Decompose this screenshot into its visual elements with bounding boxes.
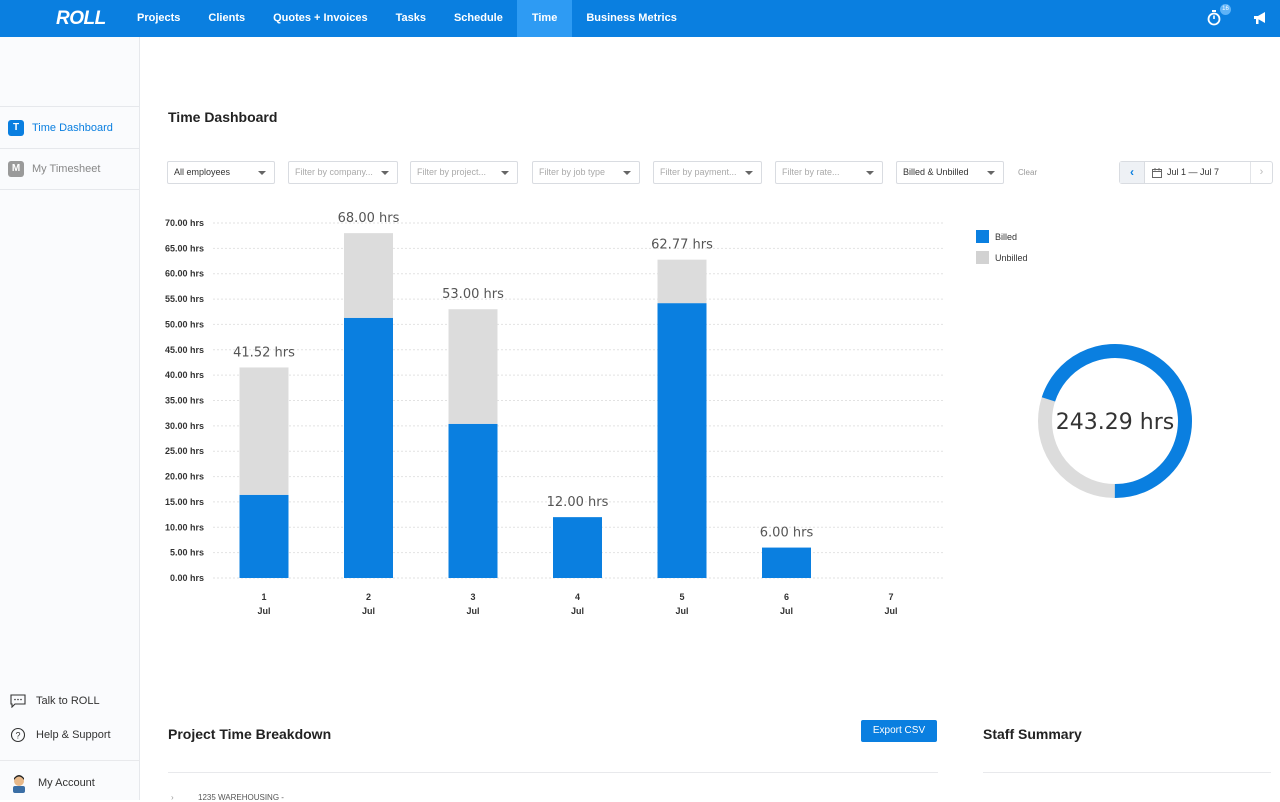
y-tick-label: 5.00 hrs [170,548,204,558]
megaphone-icon[interactable] [1253,11,1268,25]
time-chart: 0.00 hrs 5.00 hrs 10.00 hrs 15.00 hrs 20.00 … [165,211,1192,616]
bar-billed [762,547,811,578]
x-tick-month: Jul [571,606,584,616]
legend-unbilled-label: Unbilled [995,252,1028,263]
main-content: Time Dashboard All employees Filter by c… [141,37,1280,802]
bar-unbilled [657,259,707,304]
bar-billed [657,303,707,578]
x-tick-month: Jul [675,606,688,616]
y-tick-label: 30.00 hrs [165,421,204,431]
nav-business-metrics[interactable]: Business Metrics [572,0,690,37]
y-tick-label: 55.00 hrs [165,294,204,304]
project-row-name[interactable]: 1235 WAREHOUSING - [198,793,284,802]
y-tick-label: 20.00 hrs [165,472,204,482]
talk-to-roll-label: Talk to ROLL [36,695,100,707]
x-tick-month: Jul [362,606,375,616]
nav-clients[interactable]: Clients [194,0,259,37]
svg-text:?: ? [15,731,20,741]
sidebar-item-my-timesheet[interactable]: M My Timesheet [0,148,140,190]
nav-items: Projects Clients Quotes + Invoices Tasks… [123,0,691,37]
y-tick-label: 10.00 hrs [165,522,204,532]
legend-unbilled: Unbilled [976,251,1028,264]
x-tick-day: 7 [888,592,893,602]
timer-badge: 16 [1220,4,1231,15]
y-tick-label: 15.00 hrs [165,497,204,507]
donut-total-label: 243.29 hrs [1056,410,1174,435]
y-tick-label: 40.00 hrs [165,370,204,380]
nav-tasks[interactable]: Tasks [382,0,440,37]
x-tick-day: 4 [575,592,580,602]
bar-total-label: 53.00 hrs [442,287,504,302]
chat-icon [10,694,26,708]
talk-to-roll-link[interactable]: Talk to ROLL [10,694,100,708]
sidebar-divider [0,760,140,761]
bar-unbilled [344,233,393,318]
project-divider [168,772,938,773]
x-tick-day: 3 [470,592,475,602]
help-icon: ? [10,727,26,743]
nav-schedule[interactable]: Schedule [440,0,517,37]
x-tick-day: 1 [261,592,266,602]
time-dashboard-icon: T [8,119,24,136]
legend-unbilled-swatch [976,251,989,264]
y-tick-label: 60.00 hrs [165,269,204,279]
x-tick-month: Jul [780,606,793,616]
roll-logo[interactable]: ROLL [56,8,106,30]
legend-billed-label: Billed [995,231,1018,242]
y-tick-label: 45.00 hrs [165,345,204,355]
x-tick-month: Jul [466,606,479,616]
y-tick-label: 65.00 hrs [165,243,204,253]
timer-icon[interactable] [1207,10,1221,26]
x-tick-month: Jul [884,606,897,616]
avatar [13,775,25,793]
bar-billed [553,517,602,578]
bar-total-label: 68.00 hrs [338,211,400,226]
sidebar-item-time-dashboard[interactable]: T Time Dashboard [0,106,140,148]
y-tick-label: 25.00 hrs [165,446,204,456]
my-timesheet-icon: M [8,161,24,177]
staff-divider [983,772,1271,773]
legend-billed-swatch [976,230,989,243]
y-tick-label: 70.00 hrs [165,218,204,228]
bar-total-label: 62.77 hrs [651,238,713,253]
bar-billed [239,494,289,578]
bar-billed [448,423,498,578]
bar-total-label: 41.52 hrs [233,345,295,360]
bar-billed [344,317,393,578]
y-tick-label: 0.00 hrs [170,573,204,583]
bar-unbilled [239,367,289,495]
nav-time[interactable]: Time [516,0,573,37]
x-tick-month: Jul [257,606,270,616]
x-tick-day: 6 [784,592,789,602]
y-tick-label: 50.00 hrs [165,319,204,329]
x-tick-day: 5 [679,592,684,602]
my-account-label: My Account [38,777,95,789]
legend-billed: Billed [976,230,1017,243]
bar-total-label: 6.00 hrs [760,526,814,541]
nav-quotes-invoices[interactable]: Quotes + Invoices [259,0,381,37]
bar-unbilled [448,309,498,424]
staff-summary-title: Staff Summary [983,726,1082,742]
export-csv-button[interactable]: Export CSV [861,720,937,742]
sidebar: T Time Dashboard M My Timesheet Talk to … [0,37,140,800]
project-time-breakdown-title: Project Time Breakdown [168,726,332,742]
bar-total-label: 12.00 hrs [547,495,609,510]
expand-row-icon[interactable]: › [171,793,174,802]
sidebar-item-label: My Timesheet [32,163,101,175]
top-nav: ROLL Projects Clients Quotes + Invoices … [0,0,1280,37]
x-tick-day: 2 [366,592,371,602]
help-support-label: Help & Support [36,729,111,741]
my-account-link[interactable]: My Account [10,773,95,793]
y-tick-label: 35.00 hrs [165,396,204,406]
help-support-link[interactable]: ? Help & Support [10,727,111,743]
sidebar-item-label: Time Dashboard [32,121,113,134]
nav-projects[interactable]: Projects [123,0,194,37]
